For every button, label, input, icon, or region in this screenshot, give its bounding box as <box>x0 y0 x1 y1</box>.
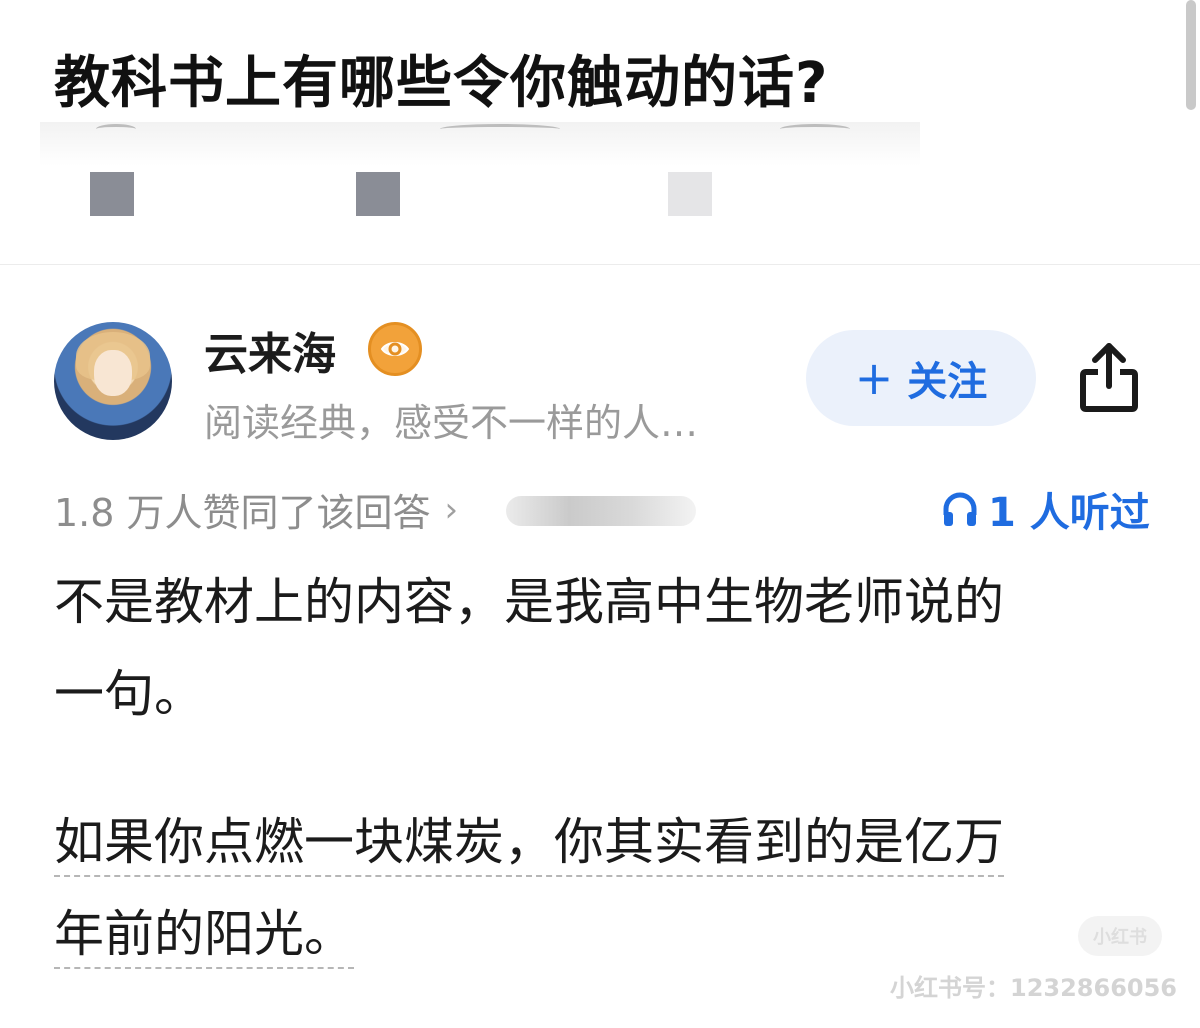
follow-button[interactable]: + 关注 <box>806 330 1036 426</box>
author-avatar[interactable] <box>54 322 172 440</box>
follow-label: 关注 <box>907 359 988 405</box>
listener-count: 1 人听过 <box>988 490 1150 536</box>
watermark-id: 小红书号：1232866056 <box>890 974 1177 1002</box>
headphones-icon <box>943 492 977 526</box>
blurred-block <box>668 172 712 216</box>
blurred-mark <box>780 124 850 134</box>
blurred-block <box>356 172 400 216</box>
watermark-logo: 小红书 <box>1078 916 1162 956</box>
listen-button[interactable]: 1 人听过 <box>940 480 1150 538</box>
avatar-face <box>94 350 132 396</box>
approval-count: 1.8 万人赞同了该回答 <box>54 491 431 535</box>
chevron-right-icon: › <box>444 489 459 530</box>
answer-paragraph: 不是教材上的内容，是我高中生物老师说的 一句。 <box>54 556 1114 740</box>
blurred-avatars <box>506 496 696 526</box>
answer-line: 一句。 <box>54 665 204 723</box>
answer-quote-paragraph[interactable]: 如果你点燃一块煤炭，你其实看到的是亿万 年前的阳光。 <box>54 796 1114 980</box>
divider <box>0 264 1200 265</box>
blurred-mark <box>96 124 136 134</box>
answer-page: 教科书上有哪些令你触动的话? 云来海 阅读经典，感受不一样的人… + 关注 1.… <box>0 0 1200 1028</box>
answer-line: 年前的阳光。 <box>54 905 354 969</box>
plus-icon: + <box>854 351 894 405</box>
blurred-mark <box>440 124 560 134</box>
author-bio: 阅读经典，感受不一样的人… <box>204 401 699 445</box>
approval-stats[interactable]: 1.8 万人赞同了该回答 › <box>54 482 458 537</box>
answer-line: 不是教材上的内容，是我高中生物老师说的 <box>54 573 1004 631</box>
author-name[interactable]: 云来海 <box>204 318 336 382</box>
blurred-block <box>90 172 134 216</box>
eye-badge-icon[interactable] <box>368 322 422 376</box>
share-icon[interactable] <box>1078 340 1140 414</box>
scrollbar[interactable] <box>1186 0 1196 110</box>
blurred-question-meta <box>40 122 920 232</box>
answer-line: 如果你点燃一块煤炭，你其实看到的是亿万 <box>54 813 1004 877</box>
eye-icon <box>380 342 410 356</box>
question-title[interactable]: 教科书上有哪些令你触动的话? <box>54 52 828 116</box>
